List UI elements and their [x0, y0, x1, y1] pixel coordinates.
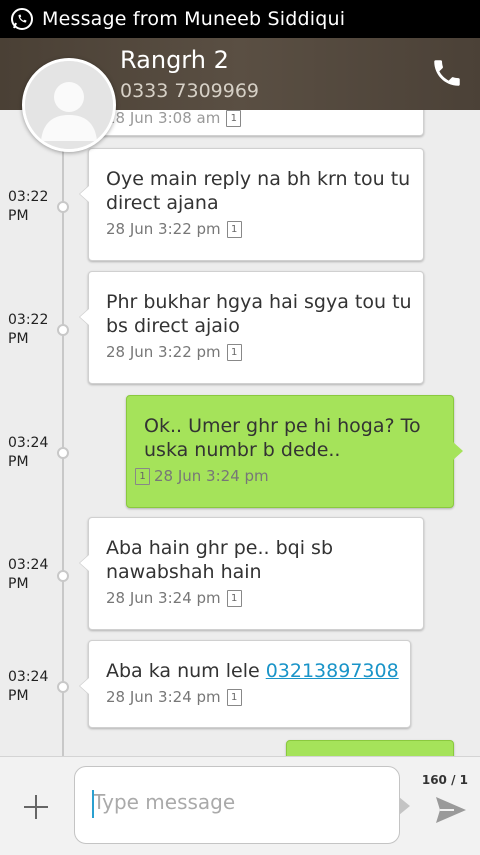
message-thread[interactable]: 28 Jun 3:08 am 1 03:22 PM Oye main reply … [0, 110, 480, 756]
timeline-dot [57, 681, 69, 693]
message-meta: 1 28 Jun 3:24 pm [135, 467, 269, 485]
message-time: 03:24 PM [8, 435, 49, 470]
contact-avatar[interactable] [22, 58, 116, 152]
character-counter: 160 / 1 [421, 773, 468, 787]
notification-text: Message from Muneeb Siddiqui [42, 8, 346, 30]
notification-bar[interactable]: Message from Muneeb Siddiqui [0, 0, 480, 38]
sim-icon: 1 [226, 688, 242, 706]
timeline-dot [57, 324, 69, 336]
message-input[interactable] [91, 789, 385, 815]
timeline-dot [57, 447, 69, 459]
message-meta: 28 Jun 3:22 pm 1 [106, 343, 242, 361]
message-meta: 28 Jun 3:24 pm 1 [106, 589, 242, 607]
phone-icon[interactable] [430, 56, 464, 90]
message-time: 03:24 PM [8, 669, 49, 704]
message-time: 03:22 PM [8, 189, 49, 224]
message-text: Phr bukhar hgya hai sgya tou tu bs direc… [106, 291, 412, 337]
message-time: 03:24 PM [8, 557, 49, 592]
timeline-dot [57, 201, 69, 213]
message-bubble-sent-partial[interactable] [286, 740, 454, 756]
message-bubble-sent[interactable]: Ok.. Umer ghr pe hi hoga? To uska numbr … [126, 395, 463, 508]
sim-icon: 1 [135, 467, 150, 485]
message-bubble[interactable]: Aba ka num lele 03213897308 28 Jun 3:24 … [79, 640, 411, 728]
message-input-box[interactable] [74, 766, 410, 844]
composer-bar: 160 / 1 [0, 756, 480, 855]
message-meta: 28 Jun 3:24 pm 1 [106, 688, 242, 706]
message-bubble-partial[interactable]: 28 Jun 3:08 am 1 [79, 110, 424, 136]
message-bubble[interactable]: Oye main reply na bh krn tou tu direct a… [79, 148, 424, 261]
message-text: Aba ka num lele 03213897308 [106, 660, 399, 682]
message-time: 03:22 PM [8, 312, 49, 347]
default-avatar-icon [25, 61, 113, 149]
message-bubble[interactable]: Phr bukhar hgya hai sgya tou tu bs direc… [79, 271, 424, 384]
sim-icon: 1 [226, 110, 242, 127]
whatsapp-icon [11, 8, 33, 30]
sim-icon: 1 [226, 220, 242, 238]
message-meta: 28 Jun 3:08 am 1 [106, 110, 242, 127]
message-text: Oye main reply na bh krn tou tu direct a… [106, 168, 411, 214]
message-text: Ok.. Umer ghr pe hi hoga? To uska numbr … [144, 415, 421, 461]
message-bubble[interactable]: Aba hain ghr pe.. bqi sb nawabshah hain … [79, 517, 424, 630]
message-text: Aba hain ghr pe.. bqi sb nawabshah hain [106, 537, 334, 583]
text-cursor [92, 790, 94, 818]
sim-icon: 1 [226, 589, 242, 607]
timeline-dot [57, 570, 69, 582]
sim-icon: 1 [226, 343, 242, 361]
send-icon[interactable] [434, 795, 468, 825]
phone-number-link[interactable]: 03213897308 [266, 660, 399, 682]
contact-number: 0333 7309969 [120, 80, 260, 102]
contact-name[interactable]: Rangrh 2 [120, 46, 229, 74]
message-meta: 28 Jun 3:22 pm 1 [106, 220, 242, 238]
add-attachment-icon[interactable] [24, 795, 48, 819]
